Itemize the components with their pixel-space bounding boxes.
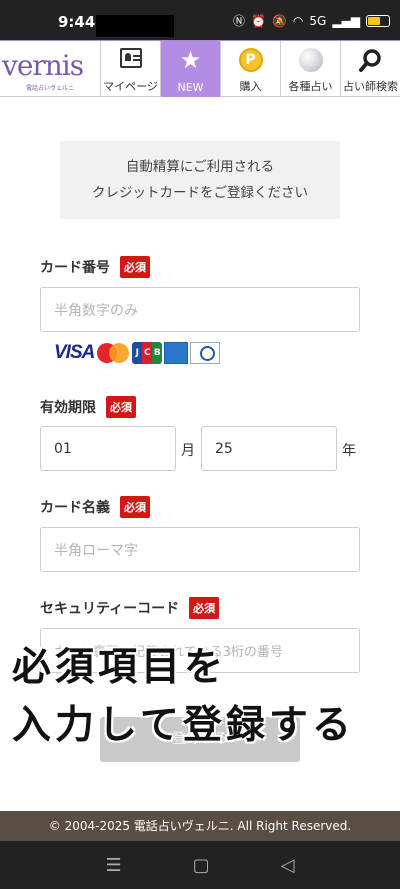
network-label: 5G bbox=[309, 13, 327, 28]
system-navigation-bar: ☰ ▢ ◁ bbox=[0, 841, 400, 889]
security-code-label-text: セキュリティーコード bbox=[40, 601, 180, 617]
point-coin-icon: P bbox=[238, 48, 263, 72]
required-badge: 必須 bbox=[120, 256, 150, 278]
nav-label: マイページ bbox=[103, 80, 158, 93]
expiry-label-text: 有効期限 bbox=[40, 400, 96, 416]
battery-icon bbox=[366, 14, 390, 27]
logo-text: vernis bbox=[2, 49, 84, 82]
expiry-year-select[interactable]: 25 bbox=[201, 426, 337, 471]
nav-fortune-types[interactable]: 各種占い bbox=[280, 41, 340, 97]
redacted-block bbox=[96, 15, 174, 37]
card-brand-logos: VISA JCB bbox=[54, 342, 221, 364]
nav-label: 購入 bbox=[239, 80, 262, 93]
status-bar: 9:44 Ⓝ ⏰ 🔕 ◠ 5G ▂▄▆ bbox=[0, 0, 400, 40]
nav-label: 占い師検索 bbox=[343, 80, 398, 93]
overlay-caption-line-1: 必須項目を bbox=[12, 645, 228, 690]
expiry-month-value: 01 bbox=[54, 440, 72, 457]
card-name-label-text: カード名義 bbox=[40, 500, 110, 516]
required-badge: 必須 bbox=[106, 396, 136, 418]
wifi-icon: ◠ bbox=[292, 13, 304, 28]
back-icon[interactable]: ◁ bbox=[281, 855, 295, 876]
nav-new[interactable]: ★ NEW bbox=[160, 41, 220, 97]
signal-icon: ▂▄▆ bbox=[332, 13, 360, 28]
month-unit: 月 bbox=[181, 443, 195, 459]
status-icons: Ⓝ ⏰ 🔕 ◠ 5G ▂▄▆ bbox=[233, 12, 390, 29]
diners-club-logo bbox=[190, 342, 221, 364]
mute-icon: 🔕 bbox=[271, 13, 287, 28]
required-badge: 必須 bbox=[120, 496, 150, 518]
required-badge: 必須 bbox=[189, 597, 220, 619]
registration-notice: 自動精算にご利用される クレジットカードをご登録ください bbox=[60, 141, 340, 219]
notice-line-2: クレジットカードをご登録ください bbox=[92, 185, 308, 201]
footer-copyright: © 2004-2025 電話占いヴェルニ. All Right Reserved… bbox=[0, 811, 400, 841]
expiry-year-value: 25 bbox=[215, 440, 233, 457]
member-card-icon bbox=[119, 48, 142, 68]
expiry-month-select[interactable]: 01 bbox=[40, 426, 176, 471]
status-time: 9:44 bbox=[58, 13, 96, 31]
year-unit: 年 bbox=[342, 443, 356, 459]
card-name-placeholder: 半角ローマ字 bbox=[54, 542, 138, 559]
overlay-caption-line-2: 入力して登録する bbox=[12, 703, 355, 748]
nav-purchase[interactable]: P 購入 bbox=[220, 41, 280, 97]
visa-logo: VISA bbox=[54, 342, 95, 363]
logo-subtext: 電話占いヴェルニ bbox=[26, 85, 75, 92]
nav-mypage[interactable]: マイページ bbox=[100, 41, 160, 97]
nav-fortuneteller-search[interactable]: 占い師検索 bbox=[340, 41, 400, 97]
site-logo[interactable]: vernis 電話占いヴェルニ bbox=[0, 41, 100, 97]
alarm-icon: ⏰ bbox=[250, 13, 266, 28]
notice-line-1: 自動精算にご利用される bbox=[125, 159, 275, 175]
security-code-label: セキュリティーコード 必須 bbox=[40, 597, 220, 619]
amex-logo bbox=[164, 342, 189, 364]
nav-label: 各種占い bbox=[288, 80, 333, 93]
recent-apps-icon[interactable]: ☰ bbox=[106, 855, 122, 876]
header-nav: vernis 電話占いヴェルニ マイページ ★ NEW P 購入 各種占い 占い… bbox=[0, 40, 400, 97]
mastercard-logo bbox=[96, 342, 130, 364]
nfc-icon: Ⓝ bbox=[232, 14, 245, 28]
home-icon[interactable]: ▢ bbox=[193, 855, 210, 876]
crystal-ball-icon bbox=[298, 48, 323, 72]
jcb-logo: JCB bbox=[132, 342, 163, 364]
card-name-input[interactable]: 半角ローマ字 bbox=[40, 527, 360, 572]
card-number-label: カード番号 必須 bbox=[40, 256, 150, 278]
card-number-label-text: カード番号 bbox=[40, 260, 110, 276]
card-name-label: カード名義 必須 bbox=[40, 496, 150, 518]
star-icon: ★ bbox=[179, 46, 202, 74]
card-number-input[interactable]: 半角数字のみ bbox=[40, 287, 360, 332]
expiry-label: 有効期限 必須 bbox=[40, 396, 136, 418]
card-number-placeholder: 半角数字のみ bbox=[54, 302, 138, 319]
nav-label: NEW bbox=[177, 81, 204, 94]
search-icon bbox=[358, 49, 381, 72]
